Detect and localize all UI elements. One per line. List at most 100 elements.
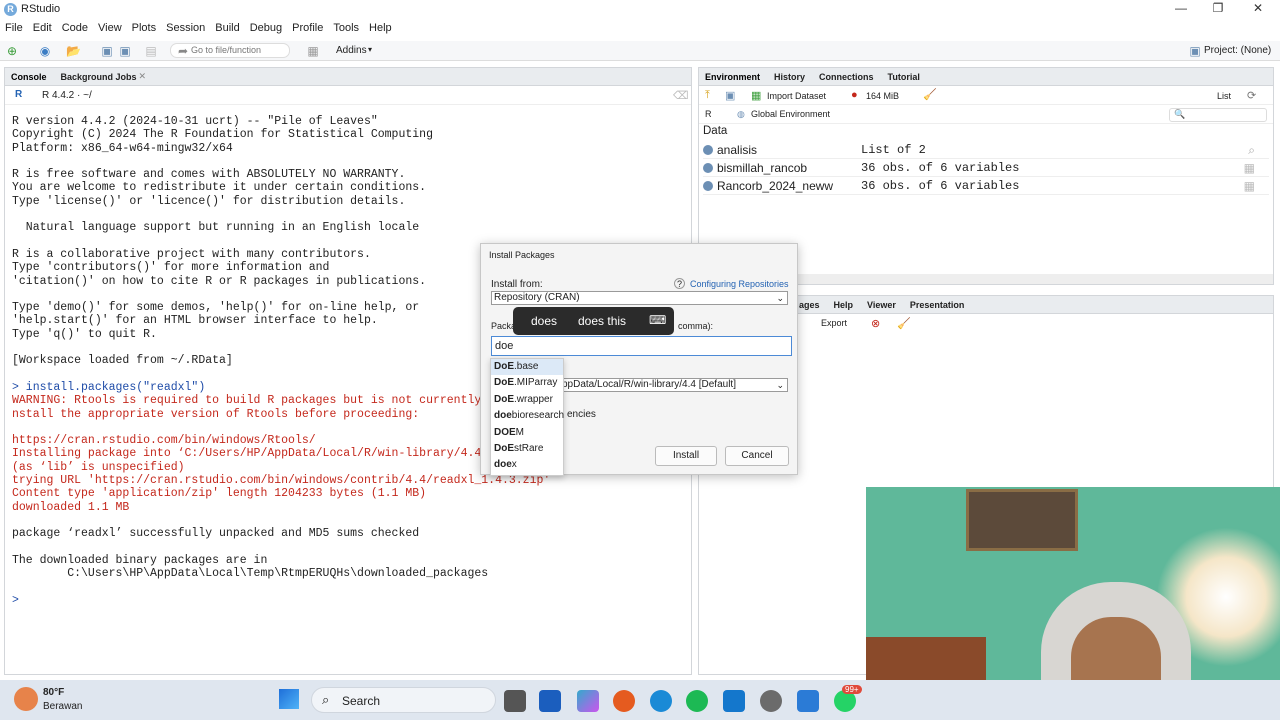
spotify-icon[interactable] [686,690,708,712]
menu-profile[interactable]: Profile [292,22,323,34]
menu-help[interactable]: Help [369,22,392,34]
tab-help[interactable]: Help [834,300,854,310]
console-line: > [12,593,26,607]
env-var-name: analisis [717,143,758,157]
tab-environment[interactable]: Environment [705,72,760,82]
chevron-down-icon: ⌄ [776,293,784,303]
settings-icon[interactable] [760,690,782,712]
app-icon[interactable] [797,690,819,712]
suggestion-word-1[interactable]: does [531,314,557,328]
autocomplete-item[interactable]: doex [491,457,563,473]
install-from-select[interactable]: Repository (CRAN) ⌄ [491,291,788,305]
tab-presentation[interactable]: Presentation [910,300,965,310]
tab-packages[interactable]: ages [799,300,820,310]
memory-usage[interactable]: 164 MiB [866,91,899,101]
start-icon[interactable] [279,689,299,709]
word-icon[interactable] [539,690,561,712]
tab-viewer[interactable]: Viewer [867,300,896,310]
scope-select[interactable]: Global Environment [751,109,830,119]
table-view-icon[interactable]: ▦ [1244,161,1255,175]
env-row-analisis[interactable]: analisis List of 2 ⌕ [703,141,1269,159]
expand-icon[interactable] [703,145,713,155]
addins-menu[interactable]: Addins [336,45,367,56]
packages-input[interactable]: doe [491,336,792,356]
save-workspace-icon[interactable]: ▣ [725,89,735,102]
export-button[interactable]: Export [821,318,847,328]
load-workspace-icon[interactable]: ⤒ [705,89,710,102]
tab-background-jobs[interactable]: Background Jobs [61,72,137,82]
console-subheader: R R 4.4.2 · ~/ ⌫ [5,87,691,105]
tab-console[interactable]: Console [11,72,47,82]
menu-build[interactable]: Build [215,22,239,34]
text-suggestion-popup: does does this ⌨ [513,307,674,335]
configuring-repositories-link[interactable]: Configuring Repositories [690,279,789,289]
autocomplete-item[interactable]: DoEstRare [491,441,563,457]
refresh-icon[interactable]: ⟳ [1247,89,1256,102]
console-line: C:\Users\HP\AppData\Local\Temp\RtmpERUQH… [12,567,489,581]
menu-file[interactable]: File [5,22,23,34]
expand-icon[interactable] [703,181,713,191]
tab-connections[interactable]: Connections [819,72,874,82]
task-view-icon[interactable] [504,690,526,712]
new-file-icon[interactable]: ⊕ [5,44,19,58]
grid-layout-icon[interactable]: ▦ [306,44,320,58]
suggestion-word-2[interactable]: does this [578,314,626,328]
maximize-icon[interactable]: ❐ [1200,0,1236,18]
save-icon[interactable]: ▣ [100,44,114,58]
menu-plots[interactable]: Plots [132,22,156,34]
autocomplete-item[interactable]: DOEM [491,425,563,441]
search-label: Search [342,694,381,708]
close-icon[interactable]: ✕ [1240,0,1276,18]
remove-icon[interactable]: ⊗ [871,317,880,330]
broom-icon[interactable]: ⌫ [673,89,689,102]
new-project-icon[interactable]: ◉ [38,44,52,58]
autocomplete-item[interactable]: DoE.MIParray [491,375,563,391]
console-line: Copyright (C) 2024 The R Foundation for … [12,128,433,142]
broom-icon[interactable]: 🧹 [923,88,937,101]
minimize-icon[interactable]: — [1163,0,1199,18]
tab-tutorial[interactable]: Tutorial [888,72,920,82]
install-button[interactable]: Install [655,446,717,466]
library-select[interactable]: ppData/Local/R/win-library/4.4 [Default]… [559,378,788,392]
environment-search-input[interactable]: 🔍 [1169,108,1267,122]
keyboard-icon[interactable]: ⌨ [649,313,666,327]
menu-tools[interactable]: Tools [333,22,359,34]
wall-frame-image [966,489,1078,551]
autocomplete-item[interactable]: doebioresearch [491,408,564,424]
taskbar-search-box[interactable]: ⌕ Search [311,687,496,713]
table-view-icon[interactable]: ▦ [1244,179,1255,193]
list-view-toggle[interactable]: List [1217,91,1231,101]
language-select[interactable]: R [705,109,712,119]
project-menu[interactable]: Project: (None) [1204,45,1271,56]
autocomplete-item[interactable]: DoE.wrapper [491,392,563,408]
copilot-icon[interactable] [577,690,599,712]
close-icon[interactable]: ✕ [139,71,147,82]
help-icon[interactable]: ? [674,278,685,289]
menu-view[interactable]: View [98,22,122,34]
weather-icon[interactable] [14,687,38,711]
outlook-icon[interactable] [723,690,745,712]
menu-edit[interactable]: Edit [33,22,52,34]
firefox-icon[interactable] [613,690,635,712]
import-dataset-button[interactable]: Import Dataset [767,91,826,101]
view-icon[interactable]: ⌕ [1248,143,1255,158]
save-all-icon[interactable]: ▣ [118,44,132,58]
broom-icon[interactable]: 🧹 [897,317,911,330]
main-toolbar: ⊕ ◉ 📂 ▣ ▣ ▤ Go to file/function ➦ ▦ Addi… [0,41,1280,61]
env-row-rancorb[interactable]: Rancorb_2024_neww 36 obs. of 6 variables… [703,177,1269,195]
menu-session[interactable]: Session [166,22,205,34]
print-icon[interactable]: ▤ [144,44,158,58]
open-file-icon[interactable]: 📂 [66,44,81,58]
packages-label-right: comma): [678,321,714,331]
autocomplete-item[interactable]: DoE.base [491,359,563,376]
edge-icon[interactable] [650,690,672,712]
expand-icon[interactable] [703,163,713,173]
menu-code[interactable]: Code [62,22,88,34]
weather-description: Berawan [43,701,83,712]
tab-history[interactable]: History [774,72,805,82]
env-row-bismillah-rancob[interactable]: bismillah_rancob 36 obs. of 6 variables … [703,159,1269,177]
menu-debug[interactable]: Debug [250,22,282,34]
cancel-button[interactable]: Cancel [725,446,789,466]
